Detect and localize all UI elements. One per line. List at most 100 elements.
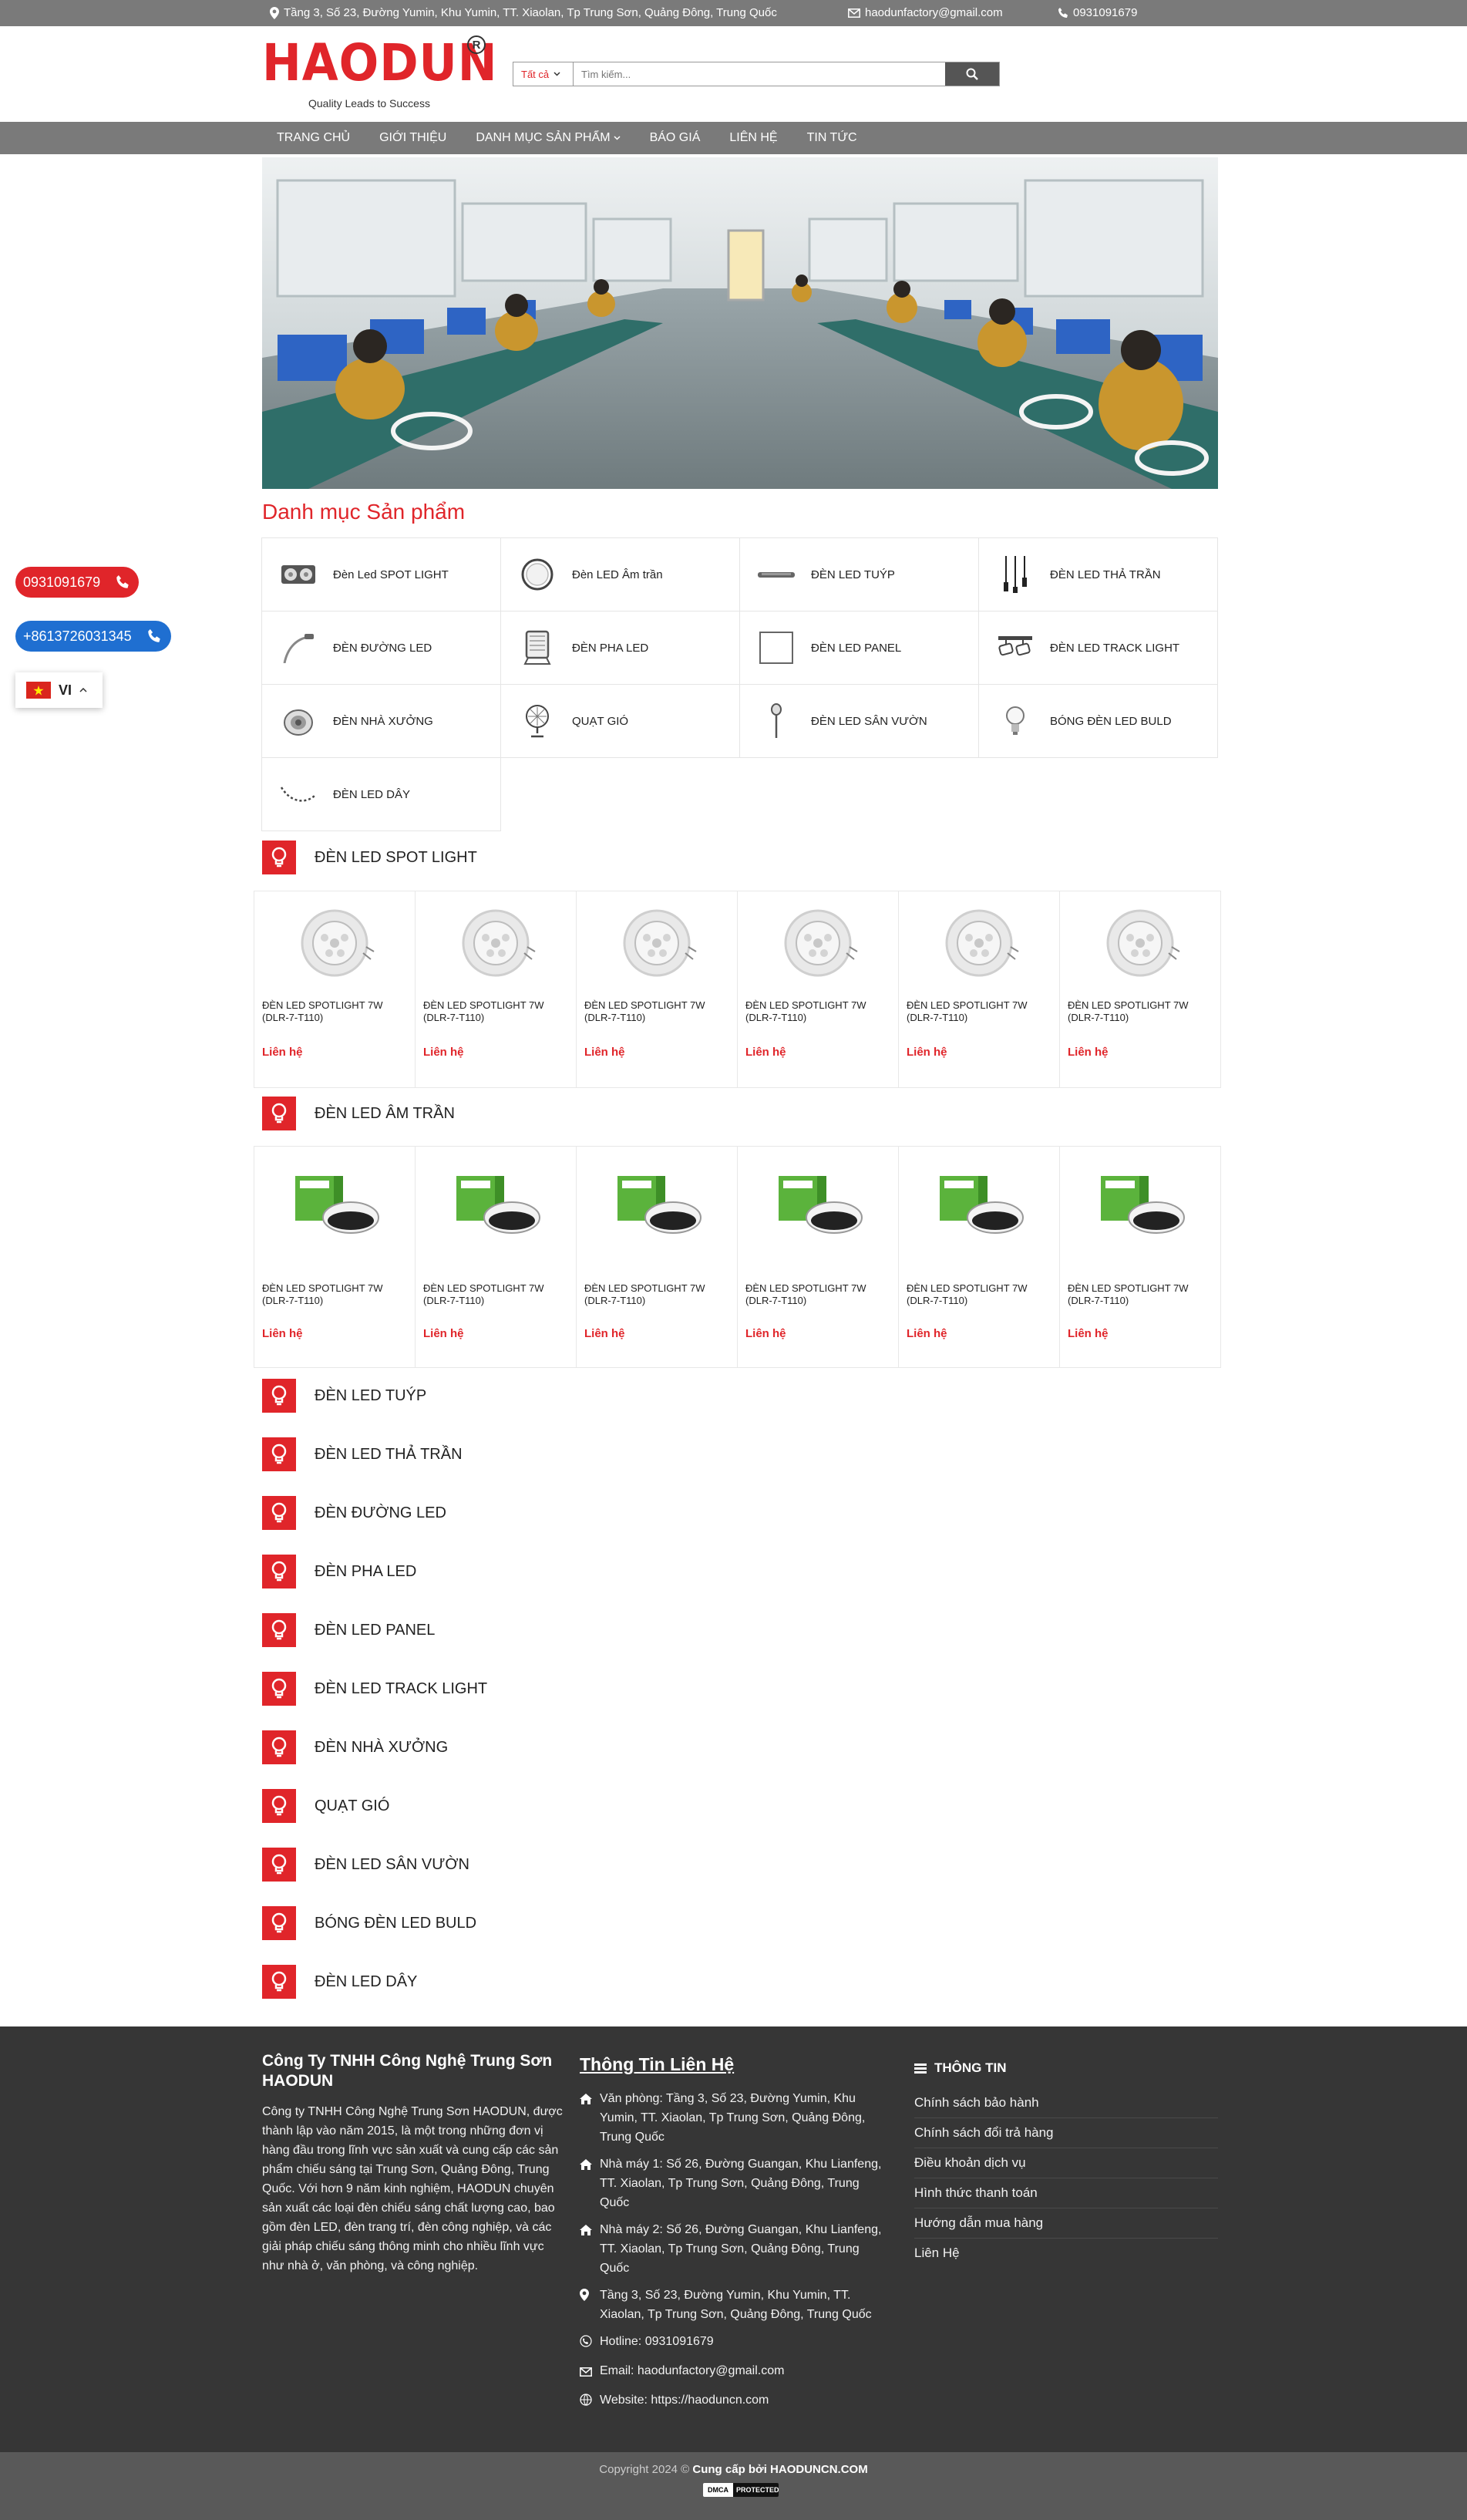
- nav-item-contact[interactable]: Liên hệ: [715, 122, 792, 154]
- product-price[interactable]: Liên hệ: [907, 1046, 947, 1059]
- section-heading[interactable]: ĐÈN NHÀ XƯỞNG: [262, 1730, 448, 1764]
- product-name[interactable]: ĐÈN LED SPOTLIGHT 7W (DLR-7-T110): [745, 1282, 892, 1307]
- product-card[interactable]: ĐÈN LED SPOTLIGHT 7W (DLR-7-T110) Liên h…: [737, 1146, 899, 1368]
- product-price[interactable]: Liên hệ: [584, 1046, 625, 1059]
- product-name[interactable]: ĐÈN LED SPOTLIGHT 7W (DLR-7-T110): [262, 999, 409, 1024]
- product-price[interactable]: Liên hệ: [745, 1046, 786, 1059]
- nav-item-products[interactable]: Danh mục sản phẩm: [461, 122, 634, 154]
- search-category-label: Tất cả: [521, 68, 550, 80]
- contact-website[interactable]: Website: https://haoduncn.com: [580, 2390, 888, 2412]
- search-button[interactable]: [945, 62, 999, 86]
- category-item[interactable]: ĐÈN NHÀ XƯỞNG: [261, 684, 501, 758]
- product-card[interactable]: ĐÈN LED SPOTLIGHT 7W (DLR-7-T110) Liên h…: [1059, 1146, 1221, 1368]
- section-heading[interactable]: ĐÈN LED TRACK LIGHT: [262, 1672, 487, 1706]
- footer-link-warranty[interactable]: Chính sách bảo hành: [914, 2088, 1218, 2118]
- category-item[interactable]: ĐÈN LED PANEL: [739, 611, 979, 685]
- product-name[interactable]: ĐÈN LED SPOTLIGHT 7W (DLR-7-T110): [262, 1282, 409, 1307]
- footer-link-terms[interactable]: Điều khoản dịch vụ: [914, 2148, 1218, 2178]
- section-heading[interactable]: ĐÈN LED PANEL: [262, 1613, 435, 1647]
- product-price[interactable]: Liên hệ: [907, 1327, 947, 1340]
- section-heading[interactable]: ĐÈN PHA LED: [262, 1555, 416, 1588]
- product-price[interactable]: Liên hệ: [584, 1327, 625, 1340]
- nav-item-about[interactable]: Giới thiệu: [365, 122, 461, 154]
- site-logo[interactable]: HAODUN R Quality Leads to Success: [262, 35, 497, 113]
- product-card[interactable]: ĐÈN LED SPOTLIGHT 7W (DLR-7-T110) Liên h…: [254, 1146, 416, 1368]
- top-phone[interactable]: 0931091679: [1058, 6, 1137, 19]
- main-nav: Trang chủ Giới thiệu Danh mục sản phẩm B…: [0, 122, 1467, 154]
- product-price[interactable]: Liên hệ: [262, 1327, 303, 1340]
- category-item[interactable]: Đèn Led SPOT LIGHT: [261, 537, 501, 611]
- section-heading[interactable]: BÓNG ĐÈN LED BULD: [262, 1906, 476, 1940]
- product-card[interactable]: ĐÈN LED SPOTLIGHT 7W (DLR-7-T110) Liên h…: [1059, 891, 1221, 1088]
- product-price[interactable]: Liên hệ: [262, 1046, 303, 1059]
- product-price[interactable]: Liên hệ: [1068, 1327, 1109, 1340]
- product-name[interactable]: ĐÈN LED SPOTLIGHT 7W (DLR-7-T110): [1068, 999, 1214, 1024]
- product-card[interactable]: ĐÈN LED SPOTLIGHT 7W (DLR-7-T110) Liên h…: [254, 891, 416, 1088]
- product-name[interactable]: ĐÈN LED SPOTLIGHT 7W (DLR-7-T110): [423, 1282, 570, 1307]
- section-heading[interactable]: ĐÈN LED DÂY: [262, 1965, 417, 1999]
- category-item[interactable]: ĐÈN PHA LED: [500, 611, 740, 685]
- category-item[interactable]: ĐÈN LED SÂN VƯỜN: [739, 684, 979, 758]
- search-category-select[interactable]: Tất cả: [513, 62, 574, 86]
- footer-link-return[interactable]: Chính sách đổi trả hàng: [914, 2118, 1218, 2148]
- product-name[interactable]: ĐÈN LED SPOTLIGHT 7W (DLR-7-T110): [584, 1282, 731, 1307]
- call-button-hotline[interactable]: 0931091679: [15, 567, 139, 598]
- category-item[interactable]: BÓNG ĐÈN LED BULD: [978, 684, 1218, 758]
- dmca-badge[interactable]: DMCA PROTECTED: [703, 2483, 779, 2497]
- section-heading[interactable]: ĐÈN LED THẢ TRẦN: [262, 1437, 463, 1471]
- contact-hotline[interactable]: Hotline: 0931091679: [580, 2332, 888, 2353]
- product-card[interactable]: ĐÈN LED SPOTLIGHT 7W (DLR-7-T110) Liên h…: [737, 891, 899, 1088]
- product-card[interactable]: ĐÈN LED SPOTLIGHT 7W (DLR-7-T110) Liên h…: [898, 1146, 1060, 1368]
- category-item[interactable]: ĐÈN LED TRACK LIGHT: [978, 611, 1218, 685]
- copyright-provider[interactable]: Cung cấp bởi HAODUNCN.COM: [692, 2463, 867, 2476]
- footer-company-desc: Công ty TNHH Công Nghệ Trung Sơn HAODUN,…: [262, 2105, 563, 2272]
- search-input[interactable]: [574, 62, 945, 86]
- product-name[interactable]: ĐÈN LED SPOTLIGHT 7W (DLR-7-T110): [907, 1282, 1053, 1307]
- nav-item-quote[interactable]: Báo giá: [635, 122, 715, 154]
- lightbulb-icon: [262, 1672, 296, 1706]
- product-card[interactable]: ĐÈN LED SPOTLIGHT 7W (DLR-7-T110) Liên h…: [415, 891, 577, 1088]
- downlight-product-image: [295, 1176, 379, 1234]
- highbay-icon: [279, 702, 318, 740]
- category-item[interactable]: ĐÈN LED TUÝP: [739, 537, 979, 611]
- section-title: BÓNG ĐÈN LED BULD: [315, 1914, 477, 1932]
- product-name[interactable]: ĐÈN LED SPOTLIGHT 7W (DLR-7-T110): [745, 999, 892, 1024]
- product-price[interactable]: Liên hệ: [423, 1046, 464, 1059]
- product-name[interactable]: ĐÈN LED SPOTLIGHT 7W (DLR-7-T110): [907, 999, 1053, 1024]
- product-name[interactable]: ĐÈN LED SPOTLIGHT 7W (DLR-7-T110): [1068, 1282, 1214, 1307]
- section-heading[interactable]: ĐÈN LED TUÝP: [262, 1379, 426, 1413]
- hotline-number: 0931091679: [23, 574, 101, 590]
- call-button-international[interactable]: +8613726031345: [15, 621, 171, 652]
- category-item[interactable]: Đèn LED Âm trần: [500, 537, 740, 611]
- section-heading-downlight[interactable]: ĐÈN LED ÂM TRẦN: [262, 1097, 455, 1130]
- product-card[interactable]: ĐÈN LED SPOTLIGHT 7W (DLR-7-T110) Liên h…: [576, 1146, 738, 1368]
- downlight-product-image: [779, 1176, 863, 1234]
- section-heading[interactable]: ĐÈN ĐƯỜNG LED: [262, 1496, 446, 1530]
- product-price[interactable]: Liên hệ: [423, 1327, 464, 1340]
- product-card[interactable]: ĐÈN LED SPOTLIGHT 7W (DLR-7-T110) Liên h…: [576, 891, 738, 1088]
- category-item[interactable]: ĐÈN LED THẢ TRẦN: [978, 537, 1218, 611]
- section-heading-spotlight[interactable]: ĐÈN LED SPOT LIGHT: [262, 841, 477, 874]
- category-item[interactable]: QUẠT GIÓ: [500, 684, 740, 758]
- category-label: BÓNG ĐÈN LED BULD: [1050, 714, 1172, 728]
- section-heading[interactable]: ĐÈN LED SÂN VƯỜN: [262, 1848, 469, 1882]
- top-email[interactable]: haodunfactory@gmail.com: [848, 6, 1003, 19]
- footer-link-contact[interactable]: Liên Hệ: [914, 2239, 1218, 2268]
- category-item[interactable]: ĐÈN ĐƯỜNG LED: [261, 611, 501, 685]
- footer-link-guide[interactable]: Hướng dẫn mua hàng: [914, 2208, 1218, 2239]
- product-price[interactable]: Liên hệ: [1068, 1046, 1109, 1059]
- contact-factory2-text: Nhà máy 2: Số 26, Đường Guangan, Khu Lia…: [600, 2223, 882, 2275]
- language-switcher[interactable]: VI: [15, 672, 103, 708]
- contact-email[interactable]: Email: haodunfactory@gmail.com: [580, 2361, 888, 2383]
- product-card[interactable]: ĐÈN LED SPOTLIGHT 7W (DLR-7-T110) Liên h…: [898, 891, 1060, 1088]
- chevron-down-icon: [614, 136, 621, 140]
- category-item[interactable]: ĐÈN LED DÂY: [261, 757, 501, 831]
- product-card[interactable]: ĐÈN LED SPOTLIGHT 7W (DLR-7-T110) Liên h…: [415, 1146, 577, 1368]
- product-name[interactable]: ĐÈN LED SPOTLIGHT 7W (DLR-7-T110): [423, 999, 570, 1024]
- nav-item-news[interactable]: Tin tức: [792, 122, 872, 154]
- nav-item-home[interactable]: Trang chủ: [262, 122, 365, 154]
- product-name[interactable]: ĐÈN LED SPOTLIGHT 7W (DLR-7-T110): [584, 999, 731, 1024]
- product-price[interactable]: Liên hệ: [745, 1327, 786, 1340]
- section-heading[interactable]: QUẠT GIÓ: [262, 1789, 389, 1823]
- footer-link-payment[interactable]: Hình thức thanh toán: [914, 2178, 1218, 2208]
